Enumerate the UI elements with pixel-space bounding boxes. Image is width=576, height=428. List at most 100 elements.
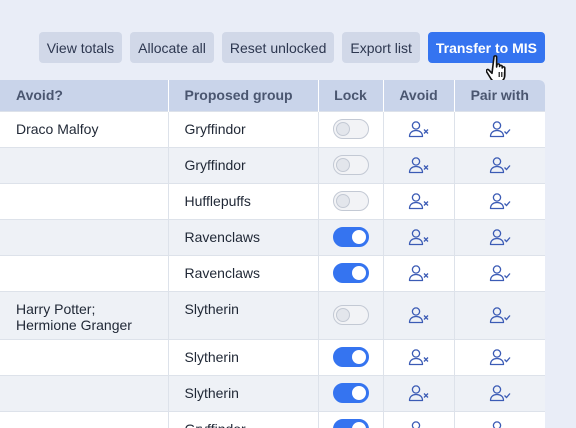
avoid-cell [383,290,455,339]
lock-toggle[interactable] [332,305,369,325]
user-x-icon[interactable] [408,228,430,246]
avoid-line: Harry Potter; [16,300,96,317]
table-row: Gryffindor [0,410,545,428]
avoid-line: Hermione Granger [16,316,132,333]
toggle-knob [351,266,366,280]
avoid-cell [383,110,455,147]
toggle-knob [351,422,366,428]
pair-with-cell [454,254,545,291]
pair-with-cell [454,338,545,375]
proposed-group-cell: Slytherin [168,290,319,339]
column-pair-with: Pair with [454,80,545,111]
pair-with-cell [454,374,545,411]
avoid-names-cell [0,182,169,219]
avoid-names-cell: Draco Malfoy [0,110,169,147]
toggle-knob [351,230,366,244]
pair-with-cell [454,290,545,339]
toggle-knob [335,194,350,208]
user-x-icon[interactable] [408,156,430,174]
lock-toggle[interactable] [332,383,369,403]
proposed-group-cell: Ravenclaws [168,218,319,255]
lock-cell [318,182,384,219]
avoid-names-cell [0,254,169,291]
table-row: Slytherin [0,338,545,375]
lock-cell [318,410,384,428]
proposed-group-cell: Ravenclaws [168,254,319,291]
table-row: Ravenclaws [0,254,545,291]
pair-with-cell [454,182,545,219]
user-x-icon[interactable] [408,192,430,210]
user-x-icon[interactable] [408,120,430,138]
toggle-knob [335,308,350,322]
user-x-icon[interactable] [408,306,430,324]
user-check-icon[interactable] [489,264,511,282]
user-check-icon[interactable] [489,384,511,402]
user-x-icon[interactable] [408,264,430,282]
proposed-group-cell: Slytherin [168,374,319,411]
lock-cell [318,254,384,291]
lock-cell [318,110,384,147]
lock-cell [318,218,384,255]
toggle-knob [335,158,350,172]
toggle-knob [335,122,350,136]
avoid-cell [383,410,455,428]
grouping-table: Avoid? Proposed group Lock Avoid Pair wi… [0,80,545,428]
export-list-button[interactable]: Export list [342,32,420,63]
user-check-icon[interactable] [489,348,511,366]
reset-unlocked-button[interactable]: Reset unlocked [221,32,335,63]
avoid-cell [383,218,455,255]
proposed-group-cell: Slytherin [168,338,319,375]
column-avoid-question: Avoid? [0,80,169,111]
lock-toggle[interactable] [332,419,369,428]
allocate-all-button[interactable]: Allocate all [130,32,214,63]
proposed-group-cell: Gryffindor [168,146,319,183]
column-proposed-group: Proposed group [168,80,319,111]
avoid-cell [383,374,455,411]
proposed-group-cell: Gryffindor [168,410,319,428]
user-check-icon[interactable] [489,120,511,138]
lock-toggle[interactable] [332,263,369,283]
user-check-icon[interactable] [489,306,511,324]
avoid-cell [383,182,455,219]
lock-toggle[interactable] [332,347,369,367]
column-avoid: Avoid [383,80,455,111]
avoid-names-cell [0,338,169,375]
avoid-names-cell [0,374,169,411]
proposed-group-cell: Gryffindor [168,110,319,147]
user-x-icon[interactable] [408,384,430,402]
user-check-icon[interactable] [489,228,511,246]
pair-with-cell [454,146,545,183]
user-check-icon[interactable] [489,156,511,174]
user-x-icon[interactable] [408,420,430,428]
avoid-line: Draco Malfoy [16,120,99,137]
avoid-names-cell [0,410,169,428]
lock-cell [318,290,384,339]
lock-toggle[interactable] [332,155,369,175]
view-totals-button[interactable]: View totals [38,32,123,63]
pair-with-cell [454,218,545,255]
table-row: Slytherin [0,374,545,411]
table-row: Ravenclaws [0,218,545,255]
user-x-icon[interactable] [408,348,430,366]
avoid-names-cell [0,218,169,255]
lock-toggle[interactable] [332,119,369,139]
avoid-cell [383,146,455,183]
avoid-cell [383,254,455,291]
table-row: Draco Malfoy Gryffindor [0,110,545,147]
avoid-names-cell: Harry Potter; Hermione Granger [0,290,169,339]
lock-cell [318,374,384,411]
table-header-row: Avoid? Proposed group Lock Avoid Pair wi… [0,80,545,111]
user-check-icon[interactable] [489,192,511,210]
column-lock: Lock [318,80,384,111]
lock-cell [318,338,384,375]
table-row: Gryffindor [0,146,545,183]
lock-toggle[interactable] [332,191,369,211]
avoid-cell [383,338,455,375]
toolbar: View totals Allocate all Reset unlocked … [38,32,545,63]
avoid-names-cell [0,146,169,183]
lock-cell [318,146,384,183]
user-check-icon[interactable] [489,420,511,428]
lock-toggle[interactable] [332,227,369,247]
pair-with-cell [454,410,545,428]
proposed-group-cell: Hufflepuffs [168,182,319,219]
